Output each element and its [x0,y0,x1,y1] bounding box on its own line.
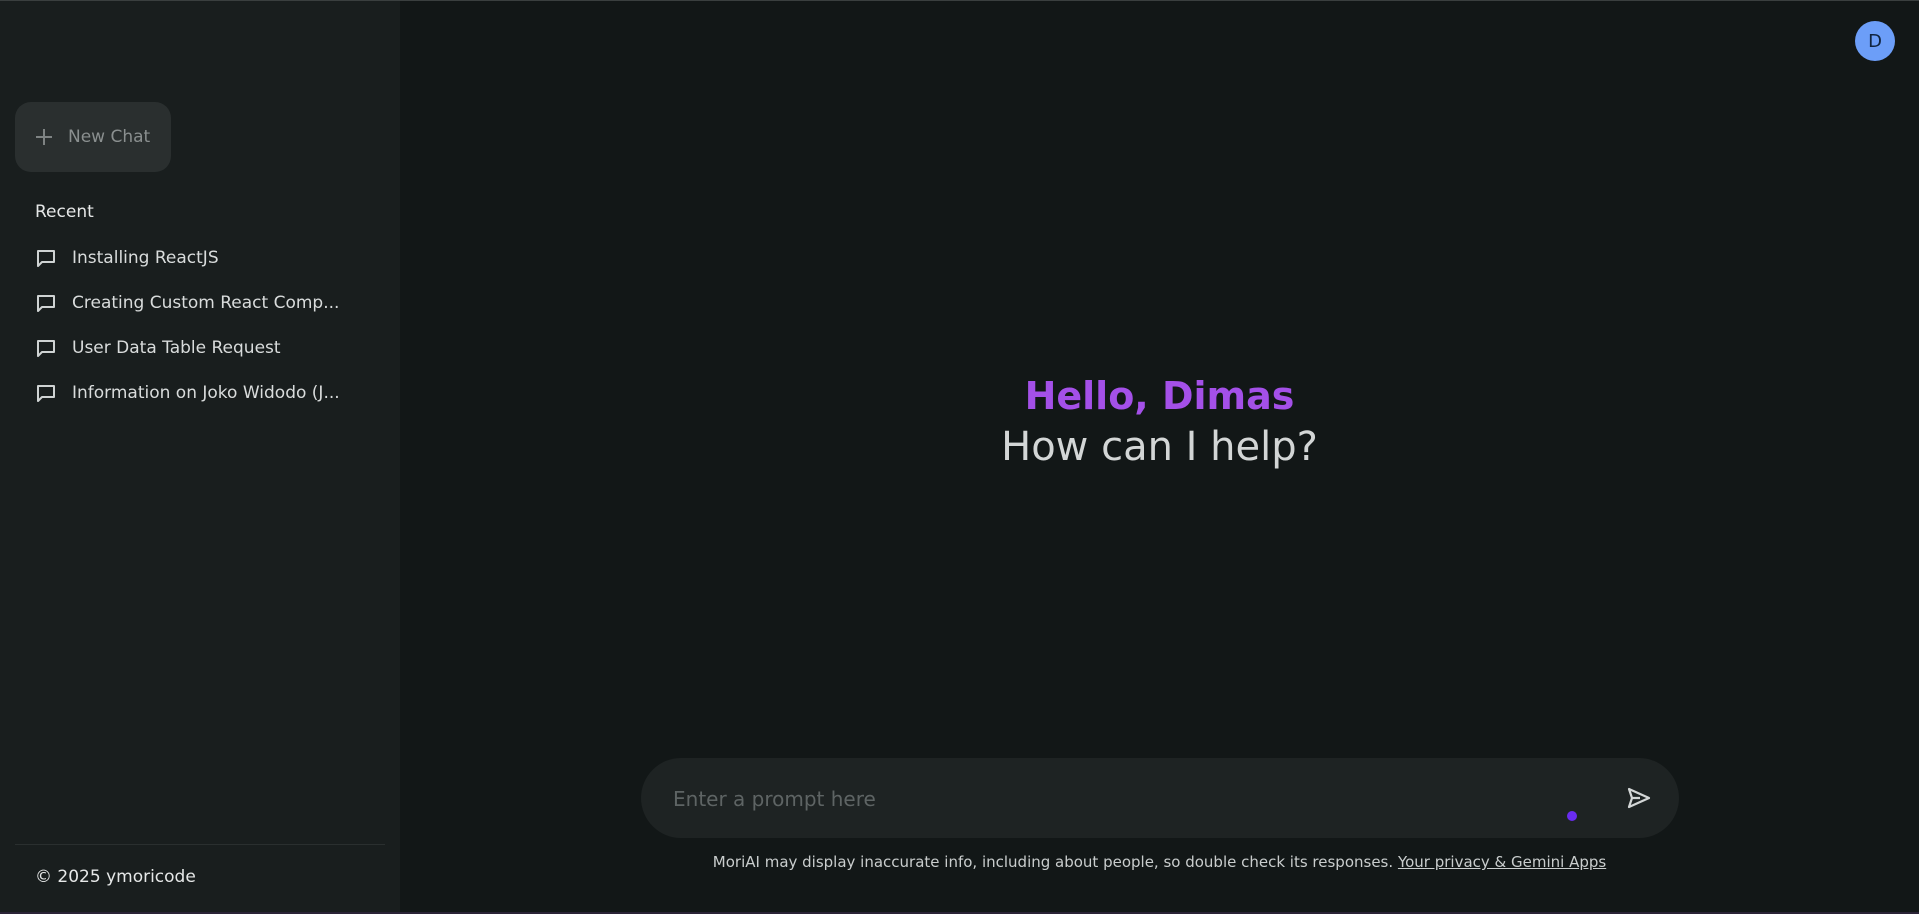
recent-chat-item[interactable]: Information on Joko Widodo (J... [35,370,355,415]
recent-chat-label: User Data Table Request [72,337,281,358]
avatar-initial: D [1868,30,1882,52]
recent-chat-label: Installing ReactJS [72,247,219,268]
recent-chat-label: Information on Joko Widodo (J... [72,382,340,403]
prompt-box [641,758,1679,838]
new-chat-label: New Chat [68,127,151,147]
recent-heading: Recent [35,202,94,222]
recent-chat-item[interactable]: User Data Table Request [35,325,355,370]
chat-bubble-icon [35,292,57,314]
privacy-link[interactable]: Your privacy & Gemini Apps [1398,853,1606,871]
copyright-text: © 2025 ymoricode [35,867,196,887]
send-icon [1627,787,1651,809]
prompt-input[interactable] [671,778,1575,820]
greeting-title: Hello, Dimas [1024,374,1295,418]
send-button[interactable] [1624,783,1654,813]
recent-chat-item[interactable]: Creating Custom React Comp... [35,280,355,325]
sidebar: New Chat Recent Installing ReactJS Creat… [0,1,400,912]
recent-chat-item[interactable]: Installing ReactJS [35,235,355,280]
disclaimer-text: MoriAI may display inaccurate info, incl… [712,853,1394,871]
sidebar-divider [15,844,385,845]
greeting-subtitle: How can I help? [1001,424,1318,470]
chat-bubble-icon [35,247,57,269]
new-chat-button[interactable]: New Chat [15,102,171,172]
plus-icon [36,129,52,145]
recent-chat-label: Creating Custom React Comp... [72,292,340,313]
greeting-block: Hello, Dimas How can I help? [400,370,1919,472]
chat-bubble-icon [35,382,57,404]
recent-chat-list: Installing ReactJS Creating Custom React… [35,235,355,415]
status-indicator-dot [1567,811,1577,821]
chat-bubble-icon [35,337,57,359]
user-avatar[interactable]: D [1855,21,1895,61]
disclaimer: MoriAI may display inaccurate info, incl… [400,853,1919,871]
